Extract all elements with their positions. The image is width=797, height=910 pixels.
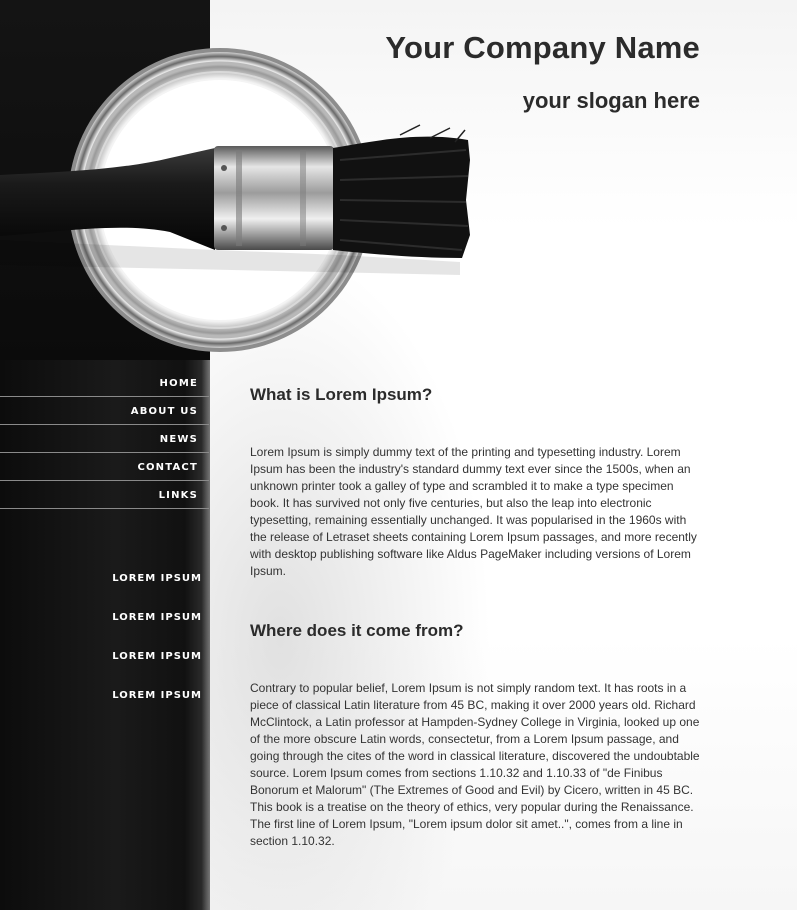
company-name: Your Company Name (385, 30, 700, 65)
side-link[interactable]: LOREM IPSUM (0, 612, 209, 651)
side-link[interactable]: LOREM IPSUM (0, 573, 209, 612)
side-link[interactable]: LOREM IPSUM (0, 690, 209, 729)
side-link[interactable]: LOREM IPSUM (0, 651, 209, 690)
slogan: your slogan here (522, 88, 700, 113)
nav-item-about-us[interactable]: ABOUT US (0, 398, 209, 425)
section-body: Contrary to popular belief, Lorem Ipsum … (250, 681, 700, 848)
content-section: What is Lorem Ipsum? Lorem Ipsum is simp… (250, 385, 702, 580)
content-section: Where does it come from? Contrary to pop… (250, 621, 702, 850)
nav-item-news[interactable]: NEWS (0, 426, 209, 453)
nav-item-home[interactable]: HOME (0, 370, 209, 397)
section-heading: What is Lorem Ipsum? (250, 385, 433, 404)
section-heading: Where does it come from? (250, 621, 464, 640)
main-nav: HOME ABOUT US NEWS CONTACT LINKS (0, 370, 209, 510)
section-body: Lorem Ipsum is simply dummy text of the … (250, 445, 697, 578)
nav-item-links[interactable]: LINKS (0, 482, 209, 509)
side-links: LOREM IPSUM LOREM IPSUM LOREM IPSUM LORE… (0, 573, 209, 729)
nav-item-contact[interactable]: CONTACT (0, 454, 209, 481)
